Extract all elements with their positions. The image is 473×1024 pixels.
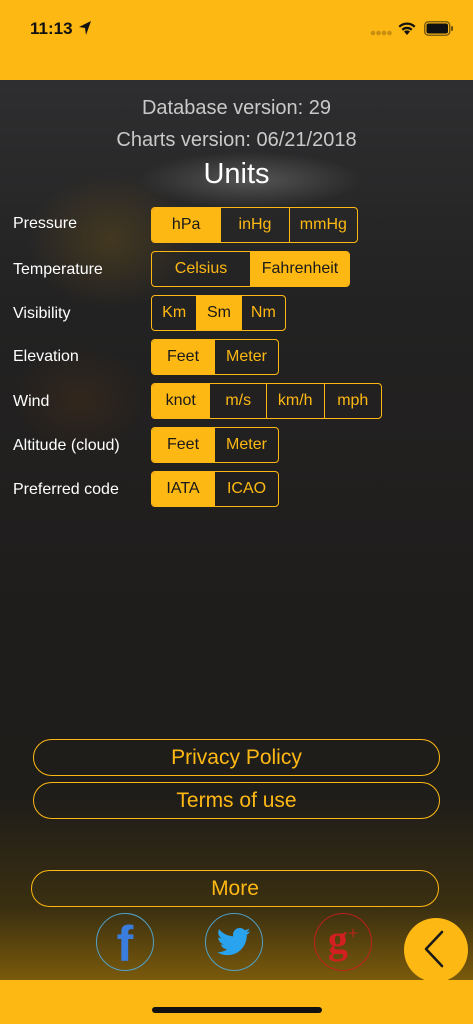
signal-dots-icon (370, 30, 392, 36)
altitude-option-feet[interactable]: Feet (152, 428, 215, 462)
preferred-code-segmented-control: IATA ICAO (151, 471, 279, 507)
pressure-option-inhg[interactable]: inHg (220, 208, 288, 242)
database-version: Database version: 29 (141, 97, 331, 119)
google-plus-sup: + (347, 923, 359, 943)
elevation-option-meter[interactable]: Meter (214, 340, 278, 374)
visibility-segmented-control: Km Sm Nm (151, 295, 286, 331)
wind-segmented-control: knot m/s km/h mph (151, 383, 382, 419)
terms-of-use-button[interactable]: Terms of use (33, 782, 440, 819)
status-time: 11:13 (30, 19, 73, 38)
altitude-cloud-segmented-control: Feet Meter (151, 427, 279, 463)
back-button[interactable] (404, 918, 468, 982)
preferred-code-option-icao[interactable]: ICAO (214, 472, 278, 506)
elevation-option-feet[interactable]: Feet (152, 340, 215, 374)
pressure-label: Pressure (13, 215, 78, 232)
home-indicator[interactable] (152, 1007, 322, 1013)
temperature-label: Temperature (13, 261, 103, 278)
wind-option-knot[interactable]: knot (152, 384, 210, 418)
temperature-option-fahrenheit[interactable]: Fahrenheit (250, 252, 349, 286)
visibility-option-sm[interactable]: Sm (196, 296, 241, 330)
facebook-button[interactable]: f (96, 913, 154, 971)
altitude-cloud-label: Altitude (cloud) (13, 437, 120, 454)
altitude-option-meter[interactable]: Meter (214, 428, 278, 462)
pressure-option-mmhg[interactable]: mmHg (288, 208, 357, 242)
more-button[interactable]: More (31, 870, 439, 907)
twitter-bird-icon (217, 927, 251, 956)
wind-label: Wind (13, 393, 50, 410)
google-plus-icon: g (327, 917, 348, 962)
privacy-policy-button[interactable]: Privacy Policy (33, 739, 440, 776)
elevation-label: Elevation (13, 348, 79, 365)
wifi-icon (398, 22, 416, 35)
location-arrow-icon (79, 21, 91, 35)
preferred-code-option-iata[interactable]: IATA (152, 472, 215, 506)
google-plus-button[interactable]: g + (314, 913, 372, 971)
preferred-code-label: Preferred code (13, 481, 119, 498)
wind-option-mph[interactable]: mph (323, 384, 382, 418)
page-title: Units (203, 158, 270, 190)
visibility-option-nm[interactable]: Nm (240, 296, 285, 330)
status-bar: 11:13 (0, 0, 473, 80)
twitter-button[interactable] (205, 913, 263, 971)
pressure-option-hpa[interactable]: hPa (152, 208, 221, 242)
bottom-bar (0, 980, 473, 1024)
chevron-left-icon (424, 930, 444, 968)
visibility-label: Visibility (13, 305, 71, 322)
battery-icon (424, 21, 453, 36)
temperature-segmented-control: Celsius Fahrenheit (151, 251, 350, 287)
wind-option-ms[interactable]: m/s (209, 384, 266, 418)
elevation-segmented-control: Feet Meter (151, 339, 279, 375)
visibility-option-km[interactable]: Km (152, 296, 196, 330)
pressure-segmented-control: hPa inHg mmHg (151, 207, 358, 243)
charts-version: Charts version: 06/21/2018 (116, 129, 357, 151)
facebook-icon: f (116, 916, 134, 972)
wind-option-kmh[interactable]: km/h (266, 384, 324, 418)
temperature-option-celsius[interactable]: Celsius (152, 252, 250, 286)
